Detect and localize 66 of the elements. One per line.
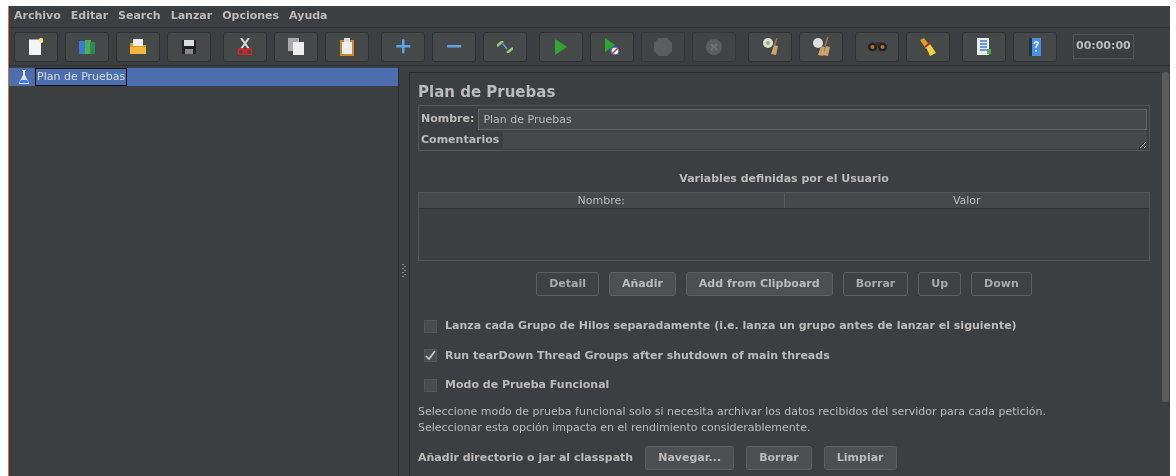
plus-icon [394,38,412,55]
menu-item[interactable]: Search [118,8,161,25]
toggle-icon [497,40,513,53]
copy-icon [288,38,304,55]
button[interactable]: Navegar... [645,445,735,470]
toolbar-button[interactable] [167,31,211,62]
broom-icon [920,37,936,56]
help-text: Seleccionar esta opción impacta en el rendimiento considerablemente. [418,419,812,436]
checkbox-label: Run tearDown Thread Groups after shutdown of main threads [445,347,830,364]
toolbar-button[interactable] [274,31,318,62]
clipboard-icon [340,37,354,56]
toolbar-button[interactable] [962,31,1006,62]
folder-icon [130,39,146,54]
toolbar-button[interactable] [906,31,950,62]
timer-display: 00:00:00 [1073,34,1134,59]
flask-icon [19,70,29,84]
column-header[interactable]: Valor [783,192,1149,208]
minus-icon [445,45,463,48]
classpath-label: Añadir directorio o jar al classpath [418,449,634,466]
toolbar-button[interactable] [748,31,792,62]
new-file-icon [28,37,44,56]
toolbar-button[interactable] [116,31,160,62]
table-title: Variables definidas por el Usuario [678,171,890,187]
broom-gear-icon [762,38,778,55]
toolbar-button[interactable] [381,31,425,62]
save-icon [182,39,196,54]
column-header[interactable]: Nombre: [419,192,784,208]
menu-item[interactable]: Opciones [222,8,280,25]
toolbar-button[interactable] [799,31,843,62]
panel-title: Plan de Pruebas [418,83,557,101]
checkbox[interactable] [424,378,437,392]
play-icon [555,38,567,55]
toolbar-button[interactable] [483,31,527,62]
tree-item[interactable]: Plan de Pruebas [9,68,398,86]
button[interactable]: Limpiar [823,445,897,470]
checkbox[interactable] [424,349,437,363]
checkbox-label: Modo de Prueba Funcional [445,377,610,393]
menu-item[interactable]: Lanzar [170,8,213,25]
help-text: Seleccione modo de prueba funcional solo si necesita archivar los datos recibidos del servidor para cada petición. [418,403,1047,420]
menu-item[interactable]: Ayuda [289,8,328,25]
play-no-pause-icon [605,38,619,55]
books-icon [79,39,95,54]
shutdown-icon [706,38,722,55]
button[interactable]: Borrar [746,445,812,470]
split-handle-icon[interactable] [402,264,406,278]
menu-item[interactable]: Archivo [14,8,61,25]
menu-item[interactable]: Editar [70,8,109,25]
field-label: Comentarios [421,131,500,148]
toolbar-button[interactable] [223,31,267,62]
stop-icon [654,37,672,56]
field-label: Nombre: [421,110,475,127]
checkbox-label: Lanza cada Grupo de Hilos separadamente (i.e. lanza un grupo antes de lanzar el siguiente) [445,318,1017,334]
binoculars-icon [867,41,887,52]
notebook-icon [977,38,991,55]
cut-icon [238,38,252,55]
brooms-gear-icon [812,37,830,56]
comments-field[interactable] [503,131,1147,149]
toolbar-button[interactable] [325,31,369,62]
help-icon [1029,37,1041,56]
checkbox[interactable] [424,319,437,333]
button[interactable]: Añadir [609,271,676,296]
name-field[interactable]: Plan de Pruebas [478,108,1147,130]
toolbar-button[interactable] [590,31,634,62]
button[interactable]: Add from Clipboard [685,271,833,296]
toolbar-button[interactable] [14,31,58,62]
scrollbar-thumb[interactable] [1161,72,1169,402]
